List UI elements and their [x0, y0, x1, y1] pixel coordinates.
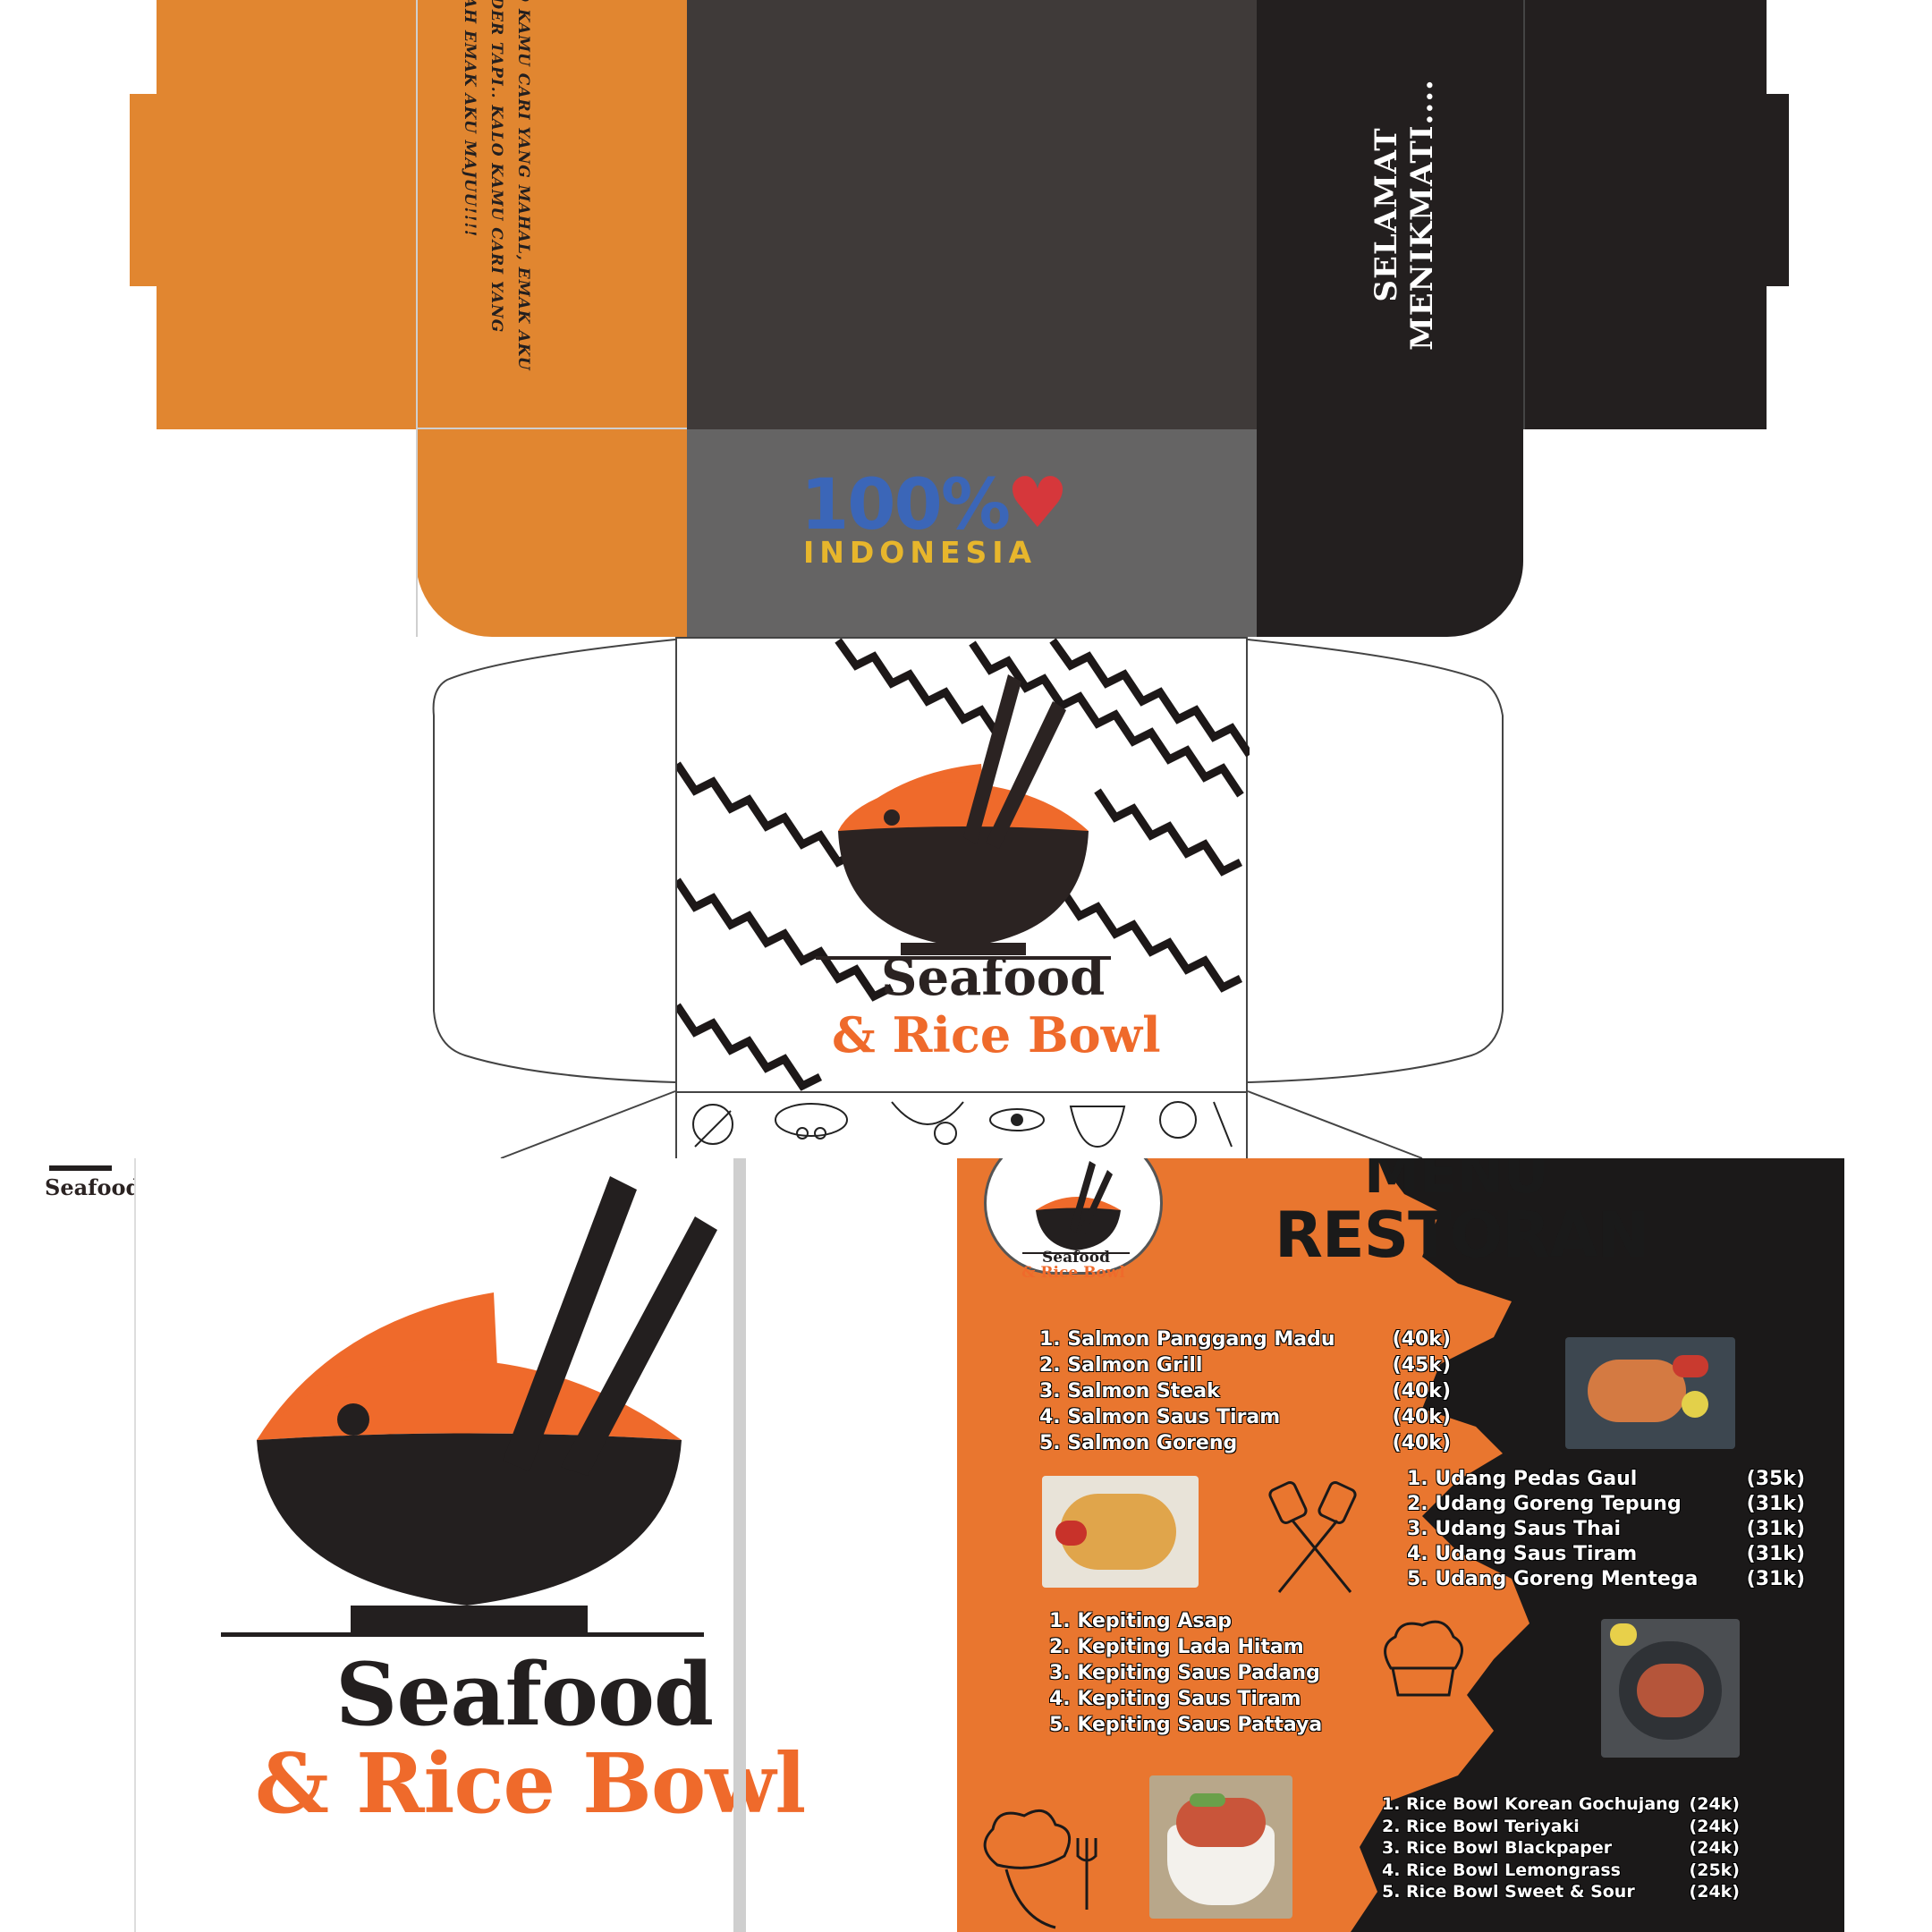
- menu-title-line2: RESTORAN: [1275, 1199, 1649, 1272]
- logo-brand-line1: Seafood: [335, 1644, 714, 1745]
- menu-item: 3. Salmon Steak (40k): [1039, 1380, 1451, 1402]
- menu-item: 1. Udang Pedas Gaul (35k): [1407, 1468, 1805, 1490]
- doodle-pattern: [692, 1101, 1233, 1148]
- tiny-bar: [49, 1165, 112, 1171]
- flap-notch: [1767, 286, 1793, 429]
- menu-item: 1. Rice Bowl Korean Gochujang (24k): [1382, 1794, 1740, 1814]
- greeting-text: SELAMAT MENIKMATI....: [1368, 79, 1440, 351]
- ricebowl-list: 1. Rice Bowl Korean Gochujang (24k) 2. Ri…: [1382, 1793, 1740, 1903]
- menu-item: 3. Rice Bowl Blackpaper (24k): [1382, 1838, 1740, 1858]
- menu-board: Seafood & Rice Bowl MENU RESTORAN 1. Sal…: [957, 1158, 1844, 1932]
- flap-notch: [1767, 0, 1793, 94]
- menu-logo-badge: Seafood: [984, 1158, 1163, 1275]
- ricebowl-photo: [1149, 1775, 1292, 1919]
- menu-item: 5. Rice Bowl Sweet & Sour (24k): [1382, 1882, 1740, 1902]
- menu-item: 4. Salmon Saus Tiram (40k): [1039, 1406, 1451, 1428]
- menu-badge-line2: & Rice Bowl: [1021, 1264, 1125, 1282]
- salmon-photo: [1565, 1337, 1735, 1449]
- menu-item: 5. Kepiting Saus Pattaya: [1049, 1714, 1323, 1736]
- menu-item: 4. Udang Saus Tiram (31k): [1407, 1543, 1805, 1565]
- heart-icon: ♥: [1006, 463, 1069, 544]
- side-panel-orange-lower: [416, 429, 687, 637]
- side-slogan: KALO KAMU CARI YANG MAHAL, EMAK AKU MEND…: [461, 0, 532, 371]
- left-dust-flap: [130, 0, 416, 429]
- box-brand-line2: & Rice Bowl: [832, 1006, 1161, 1063]
- badge-percent: 100%: [801, 465, 1011, 546]
- crab-photo: [1601, 1619, 1740, 1758]
- bowl-logo-large-icon: [221, 1176, 717, 1637]
- menu-item: 5. Udang Goreng Mentega (31k): [1407, 1568, 1805, 1590]
- menu-item: 1. Kepiting Asap: [1049, 1610, 1233, 1632]
- menu-item: 2. Salmon Grill (45k): [1039, 1354, 1451, 1377]
- lid-panel: [687, 0, 1257, 429]
- badge-country: INDONESIA: [803, 535, 1038, 570]
- flap-notch: [130, 0, 157, 94]
- menu-item: 5. Salmon Goreng (40k): [1039, 1432, 1451, 1454]
- side-panel-black-lower: [1257, 429, 1523, 637]
- doodle-strip: [675, 1091, 1248, 1158]
- fold-line: [1523, 0, 1525, 429]
- udang-list: 1. Udang Pedas Gaul (35k) 2. Udang Goreng…: [1407, 1467, 1805, 1592]
- logo-brand-line2: & Rice Bowl: [255, 1735, 806, 1832]
- chef-doodle-icon: [983, 1809, 1097, 1929]
- right-dust-flap: [1523, 0, 1789, 429]
- chef-hat-icon: [1384, 1620, 1463, 1697]
- menu-item: 4. Kepiting Saus Tiram: [1049, 1688, 1301, 1710]
- menu-item: 2. Rice Bowl Teriyaki (24k): [1382, 1816, 1740, 1836]
- menu-item: 3. Udang Saus Thai (31k): [1407, 1518, 1805, 1540]
- flap-notch: [130, 286, 157, 429]
- fold-line: [416, 428, 687, 429]
- shrimp-photo: [1042, 1476, 1199, 1588]
- menu-item: 2. Kepiting Lada Hitam: [1049, 1636, 1304, 1658]
- salmon-list: 1. Salmon Panggang Madu (40k) 2. Salmon G…: [1039, 1326, 1451, 1456]
- menu-item: 4. Rice Bowl Lemongrass (25k): [1382, 1860, 1740, 1880]
- menu-item: 2. Udang Goreng Tepung (31k): [1407, 1493, 1805, 1515]
- fold-line: [416, 0, 418, 637]
- page-gutter: [733, 1158, 746, 1932]
- tiny-seafood-label: Seafood: [45, 1174, 141, 1200]
- menu-item: 3. Kepiting Saus Padang: [1049, 1662, 1320, 1684]
- spatula-icon: [1268, 1481, 1357, 1593]
- kepiting-list: 1. Kepiting Asap 2. Kepiting Lada Hitam …: [1049, 1608, 1344, 1738]
- menu-item: 1. Salmon Panggang Madu (40k): [1039, 1328, 1451, 1351]
- box-brand-line1: Seafood: [881, 948, 1106, 1007]
